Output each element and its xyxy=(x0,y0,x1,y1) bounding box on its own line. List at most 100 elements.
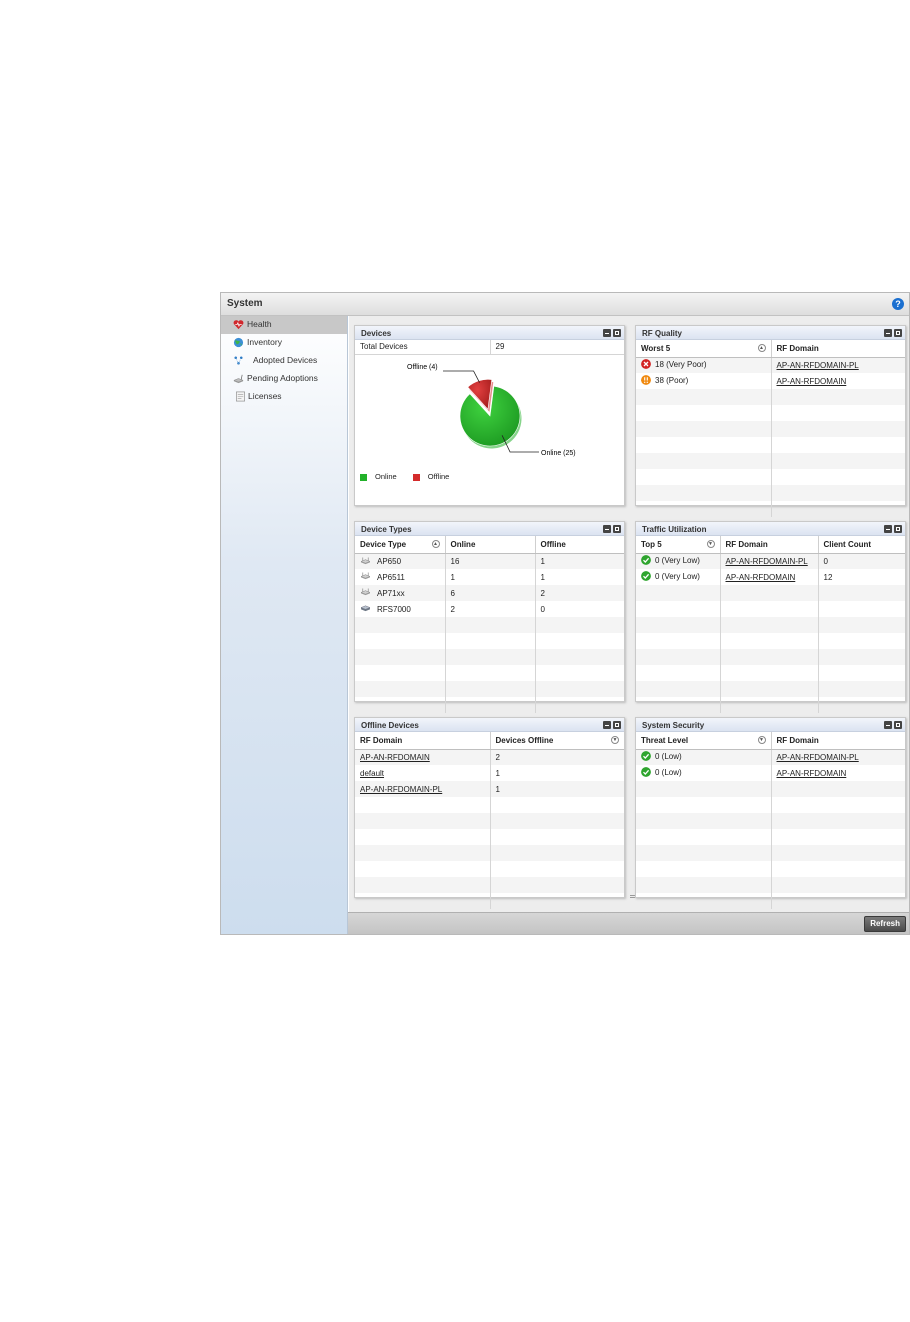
sidebar-item-pending-adoptions[interactable]: Pending Adoptions xyxy=(221,370,347,388)
column-header-devices-offline[interactable]: Devices Offline ▼ xyxy=(490,732,624,750)
system-window: System ? Health Inventory Adopted Device… xyxy=(220,292,910,935)
sidebar-item-label: Pending Adoptions xyxy=(247,373,318,383)
threat-level-value: 0 (Low) xyxy=(655,752,682,762)
rf-quality-value: 38 (Poor) xyxy=(655,376,689,386)
total-devices-value: 29 xyxy=(490,340,624,355)
legend-swatch xyxy=(360,473,367,481)
widget-header: Device Types xyxy=(355,522,624,536)
online-count: 1 xyxy=(445,569,536,585)
widget-title: Traffic Utilization xyxy=(642,525,707,534)
column-header-offline[interactable]: Offline xyxy=(535,536,624,554)
very-poor-status-icon xyxy=(641,359,651,370)
devices-offline-count: 1 xyxy=(495,768,500,778)
sort-icon[interactable]: ▼ xyxy=(706,540,715,548)
table-row: 0 (Very Low) AP-AN-RFDOMAIN 12 xyxy=(636,569,905,585)
rf-domain-link[interactable]: AP-AN-RFDOMAIN-PL xyxy=(777,361,859,370)
minimize-button[interactable] xyxy=(603,525,611,533)
check-icon xyxy=(641,571,651,581)
column-header-rf-domain[interactable]: RF Domain xyxy=(355,732,491,750)
offline-count: 2 xyxy=(535,585,624,601)
device-type-label: AP6511 xyxy=(377,572,405,582)
column-header-client-count[interactable]: Client Count xyxy=(818,536,905,554)
totals-table: Total Devices 29 xyxy=(355,340,624,355)
sort-icon[interactable]: ▲ xyxy=(431,540,440,548)
column-header-online[interactable]: Online xyxy=(445,536,536,554)
column-header-device-type[interactable]: Device Type ▲ xyxy=(355,536,446,554)
threat-level-value: 0 (Low) xyxy=(655,768,682,778)
refresh-button[interactable]: Refresh xyxy=(864,916,906,932)
rf-quality-table: Worst 5 ▲ RF Domain 18 (Very Poor) AP-AN-… xyxy=(636,340,905,517)
table-row: AP-AN-RFDOMAIN 2 xyxy=(355,749,624,765)
device-type-label: RFS7000 xyxy=(377,604,411,614)
offline-annotation: Offline (4) xyxy=(407,364,438,371)
network-icon xyxy=(234,356,243,365)
sort-icon[interactable]: ▼ xyxy=(757,736,766,744)
online-count: 6 xyxy=(445,585,536,601)
sidebar-item-label: Inventory xyxy=(247,337,282,347)
sort-icon[interactable]: ▼ xyxy=(611,736,619,744)
table-row: RFS7000 2 0 xyxy=(355,601,624,617)
minimize-button[interactable] xyxy=(603,721,611,729)
column-header-label: Devices Offline xyxy=(495,735,554,745)
legend-item-online: Online xyxy=(360,472,397,481)
column-header-rf-domain[interactable]: RF Domain xyxy=(771,732,905,750)
offline-count: 0 xyxy=(540,604,545,614)
widget-header: Devices xyxy=(355,326,624,340)
switch-icon xyxy=(360,605,371,612)
column-header-top5[interactable]: Top 5 ▼ xyxy=(636,536,721,554)
chart-legend: Online Offline xyxy=(360,472,463,481)
widget-header: RF Quality xyxy=(636,326,905,340)
widget-header: Traffic Utilization xyxy=(636,522,905,536)
legend-label: Online xyxy=(375,472,397,481)
traffic-value: 0 (Very Low) xyxy=(655,556,700,566)
help-icon[interactable]: ? xyxy=(892,298,904,310)
column-header-label: Worst 5 xyxy=(641,343,671,353)
column-header-label: Top 5 xyxy=(641,539,662,549)
minimize-button[interactable] xyxy=(884,329,892,337)
rf-quality-cell: 18 (Very Poor) xyxy=(636,357,772,373)
sidebar-item-inventory[interactable]: Inventory xyxy=(221,334,347,352)
rf-domain-link[interactable]: AP-AN-RFDOMAIN xyxy=(360,753,430,762)
offline-count: 1 xyxy=(540,572,545,582)
minimize-button[interactable] xyxy=(884,721,892,729)
minimize-button[interactable] xyxy=(884,525,892,533)
legend-label: Offline xyxy=(427,472,450,481)
device-type-label: AP650 xyxy=(377,556,402,566)
online-count: 2 xyxy=(445,601,536,617)
column-header-label: Threat Level xyxy=(641,735,689,745)
maximize-button[interactable] xyxy=(894,329,902,337)
globe-icon xyxy=(233,337,244,348)
widget-title: Devices xyxy=(361,329,392,338)
column-header-worst5[interactable]: Worst 5 ▲ xyxy=(636,340,772,358)
document-icon xyxy=(236,391,245,402)
rf-domain-link[interactable]: AP-AN-RFDOMAIN-PL xyxy=(777,753,859,762)
rf-domain-link[interactable]: AP-AN-RFDOMAIN xyxy=(777,377,847,386)
maximize-button[interactable] xyxy=(613,721,621,729)
dashboard-area: Devices Total Devices 29 Offline (4) Onl… xyxy=(349,316,909,912)
column-header-threat-level[interactable]: Threat Level ▼ xyxy=(636,732,772,750)
access-point-icon xyxy=(360,572,371,580)
widget-title: System Security xyxy=(642,721,705,730)
maximize-button[interactable] xyxy=(613,525,621,533)
sidebar-item-adopted-devices[interactable]: Adopted Devices xyxy=(221,352,347,370)
rf-domain-link[interactable]: AP-AN-RFDOMAIN xyxy=(726,573,796,582)
check-icon xyxy=(641,767,651,777)
sidebar-item-label: Health xyxy=(247,319,272,329)
table-row: AP-AN-RFDOMAIN-PL 1 xyxy=(355,781,624,797)
rf-quality-cell: 38 (Poor) xyxy=(636,373,772,389)
column-header-rf-domain[interactable]: RF Domain xyxy=(720,536,819,554)
rf-domain-link[interactable]: AP-AN-RFDOMAIN-PL xyxy=(360,785,442,794)
sidebar-item-licenses[interactable]: Licenses xyxy=(221,388,347,406)
maximize-button[interactable] xyxy=(613,329,621,337)
rf-domain-link[interactable]: default xyxy=(360,769,384,778)
sidebar-item-health[interactable]: Health xyxy=(221,316,347,334)
minimize-button[interactable] xyxy=(603,329,611,337)
maximize-button[interactable] xyxy=(894,721,902,729)
client-count: 12 xyxy=(823,572,833,582)
column-header-rf-domain[interactable]: RF Domain xyxy=(771,340,905,358)
rf-domain-link[interactable]: AP-AN-RFDOMAIN-PL xyxy=(726,557,808,566)
device-type-label: AP71xx xyxy=(377,588,405,598)
maximize-button[interactable] xyxy=(894,525,902,533)
sort-icon[interactable]: ▲ xyxy=(757,344,766,352)
rf-domain-link[interactable]: AP-AN-RFDOMAIN xyxy=(777,769,847,778)
